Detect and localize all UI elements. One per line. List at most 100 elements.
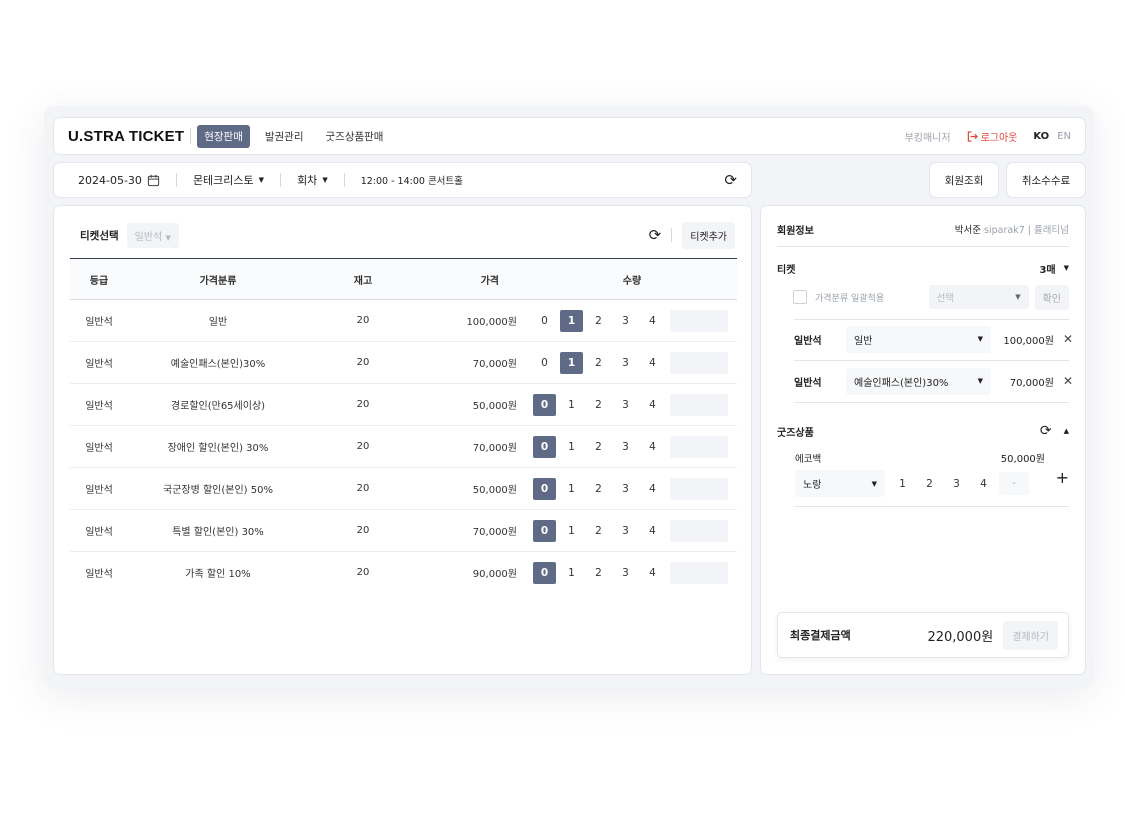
quantity-option[interactable]: 0 [533,519,556,542]
quantity-option[interactable]: 4 [641,520,664,542]
member-search-button[interactable]: 회원조회 [929,162,999,198]
item-category-select[interactable]: 예술인패스(본인)30% ▼ [846,367,991,395]
remove-item-icon[interactable]: ✕ [1063,374,1073,388]
lang-ko-button[interactable]: KO [1033,131,1049,142]
ticket-section-title: 티켓 [777,264,796,276]
goods-color-select[interactable]: 노랑 ▼ [795,470,885,497]
lang-en-button[interactable]: EN [1057,131,1071,142]
quantity-option[interactable]: 0 [533,477,556,500]
cell-quantity: 01234 [527,510,737,552]
cell-category: 특별 할인(본인) 30% [172,527,264,538]
quantity-input[interactable] [670,393,728,416]
logo: U.STRA TICKET [68,127,185,145]
quantity-option[interactable]: 2 [587,478,610,500]
quantity-input[interactable] [670,309,728,332]
member-name: 박서준 [954,225,982,236]
quantity-option[interactable]: 2 [587,310,610,332]
quantity-option[interactable]: 4 [641,310,664,332]
quantity-selector: 01234 [527,351,737,374]
quantity-option[interactable]: 2 [587,394,610,416]
performance-dropdown[interactable]: 몬테크리스토 ▼ [193,172,264,188]
quantity-option[interactable]: 3 [614,310,637,332]
quantity-option[interactable]: 4 [641,394,664,416]
quantity-option[interactable]: 0 [533,561,556,584]
quantity-input[interactable] [670,351,728,374]
session-dropdown[interactable]: 회차 ▼ [297,172,328,188]
filter-divider [280,173,282,187]
refresh-icon[interactable]: ⟳ [724,171,737,189]
cell-category: 가족 할인 10% [185,569,251,581]
col-category: 가격분류 [199,275,237,287]
quantity-option[interactable]: 3 [614,478,637,500]
quantity-option[interactable]: 0 [533,393,556,416]
remove-item-icon[interactable]: ✕ [1063,332,1073,346]
quantity-option[interactable]: 2 [587,352,610,374]
quantity-input[interactable] [670,519,728,542]
goods-qty-input[interactable]: - [999,472,1029,495]
quantity-input[interactable] [670,477,728,500]
quantity-option[interactable]: 1 [560,309,583,332]
quantity-option[interactable]: 1 [560,436,583,458]
cell-grade: 일반석 [85,569,113,581]
quantity-option[interactable]: 1 [560,351,583,374]
refresh-icon[interactable]: ⟳ [1040,423,1052,439]
performance-value: 몬테크리스토 [192,174,254,187]
quantity-selector: 01234 [527,561,737,584]
quantity-option[interactable]: 4 [641,436,664,458]
quantity-option[interactable]: 3 [614,436,637,458]
add-goods-icon[interactable]: + [1056,468,1069,487]
goods-quantity-option[interactable]: 4 [972,473,995,495]
bulk-select-value: 선택 [936,293,955,304]
quantity-option[interactable]: 4 [641,352,664,374]
nav-goods-sales[interactable]: 굿즈상품판매 [319,125,391,148]
quantity-option[interactable]: 0 [533,310,556,332]
quantity-option[interactable]: 3 [614,394,637,416]
quantity-option[interactable]: 2 [587,436,610,458]
refresh-icon[interactable]: ⟳ [649,226,662,244]
member-info-title: 회원정보 [777,225,814,237]
quantity-option[interactable]: 0 [533,352,556,374]
member-divider: | [1027,225,1031,236]
quantity-option[interactable]: 1 [560,520,583,542]
nav-ticket-management[interactable]: 발권관리 [258,125,311,148]
ticket-panel-header: 티켓선택 일반석 ▼ ⟳ 티켓추가 [70,221,735,249]
quantity-option[interactable]: 2 [587,520,610,542]
item-category-select[interactable]: 일반 ▼ [846,325,991,353]
seat-grade-select[interactable]: 일반석 ▼ [126,222,179,248]
nav-onsite-sales[interactable]: 현장판매 [197,124,250,148]
ticket-table: 등급 가격분류 재고 가격 수량 일반석 일반 20 100,000원 0 1 2 3 4 일반석… [70,258,737,594]
logout-button[interactable]: 로그아웃 [967,129,1017,144]
cancel-fee-button[interactable]: 취소수수료 [1006,162,1086,198]
bulk-apply-checkbox[interactable] [793,290,807,304]
cell-stock: 20 [356,567,370,579]
section-divider [794,402,1069,403]
section-divider [794,506,1069,507]
goods-color-value: 노랑 [803,480,822,491]
quantity-option[interactable]: 1 [560,394,583,416]
goods-quantity-option[interactable]: 3 [945,473,968,495]
quantity-option[interactable]: 3 [614,562,637,584]
caret-down-icon: ▼ [871,479,877,488]
quantity-option[interactable]: 1 [560,562,583,584]
date-picker[interactable]: 2024-05-30 [78,174,160,187]
seat-grade-value: 일반석 [134,231,163,243]
quantity-option[interactable]: 3 [614,520,637,542]
ticket-count-dropdown[interactable]: 3매 ▼ [1039,261,1069,276]
bulk-category-select[interactable]: 선택 ▼ [928,285,1029,309]
quantity-input[interactable] [670,561,728,584]
caret-up-icon[interactable]: ▲ [1064,427,1069,435]
add-ticket-button[interactable]: 티켓추가 [682,221,735,249]
quantity-selector: 01234 [527,435,737,458]
quantity-input[interactable] [670,435,728,458]
goods-quantity-option[interactable]: 1 [891,473,914,495]
quantity-option[interactable]: 4 [641,562,664,584]
quantity-option[interactable]: 4 [641,478,664,500]
quantity-option[interactable]: 0 [533,435,556,458]
pay-button[interactable]: 결제하기 [1003,620,1058,650]
quantity-option[interactable]: 1 [560,478,583,500]
goods-quantity-option[interactable]: 2 [918,473,941,495]
partner-name: 부킹매니저 [904,132,951,144]
quantity-option[interactable]: 2 [587,562,610,584]
bulk-confirm-button[interactable]: 확인 [1034,284,1069,310]
quantity-option[interactable]: 3 [614,352,637,374]
